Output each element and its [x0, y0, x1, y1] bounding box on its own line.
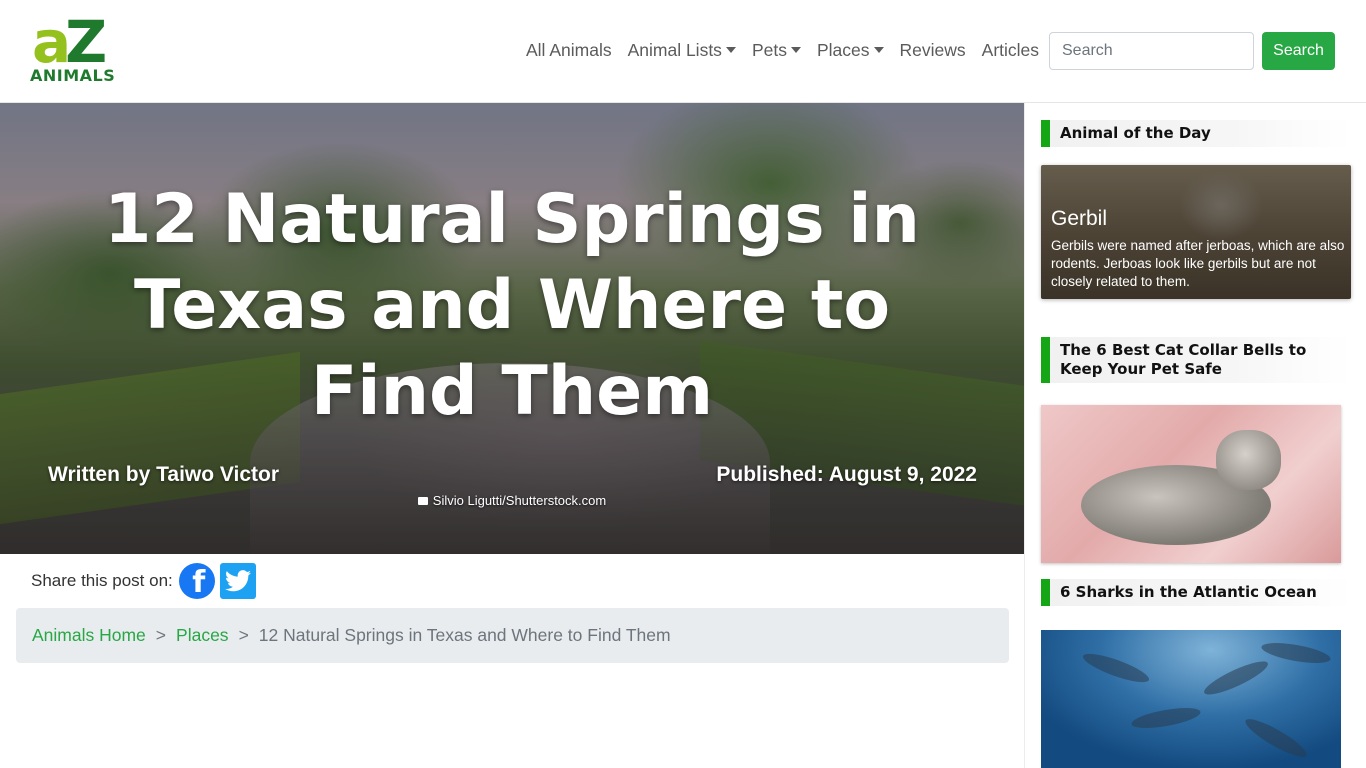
article-published-date: Published: August 9, 2022: [716, 463, 977, 486]
caret-down-icon: [873, 47, 884, 53]
breadcrumb-places[interactable]: Places: [176, 625, 229, 646]
camera-icon: [417, 497, 428, 505]
search-button[interactable]: Search: [1262, 32, 1335, 70]
shark-shape: [1130, 704, 1202, 732]
nav-pets[interactable]: Pets: [744, 36, 809, 64]
author-link[interactable]: Taiwo Victor: [156, 463, 279, 486]
main-nav: All Animals Animal Lists Pets Places Rev…: [518, 36, 1047, 64]
hero-image: 12 Natural Springs in Texas and Where to…: [0, 103, 1024, 554]
breadcrumb: Animals Home > Places > 12 Natural Sprin…: [16, 608, 1009, 663]
caret-down-icon: [725, 47, 736, 53]
nav-places[interactable]: Places: [809, 36, 892, 64]
facebook-icon[interactable]: f: [178, 563, 215, 599]
caret-down-icon: [790, 47, 801, 53]
animal-of-day-desc: Gerbils were named after jerboas, which …: [1051, 238, 1345, 289]
az-animals-logo[interactable]: aZ ANIMALS: [30, 8, 124, 88]
breadcrumb-separator: >: [155, 625, 167, 645]
logo-mark: aZ: [32, 8, 107, 76]
breadcrumb-animals-home[interactable]: Animals Home: [32, 625, 146, 646]
nav-all-animals[interactable]: All Animals: [518, 36, 620, 64]
animal-of-day-title: Gerbil: [1051, 207, 1108, 230]
sidebar-heading-sharks[interactable]: 6 Sharks in the Atlantic Ocean: [1041, 579, 1351, 606]
twitter-icon[interactable]: [219, 563, 256, 599]
sidebar: Animal of the Day Gerbil Gerbils were na…: [1024, 103, 1366, 768]
shark-shape: [1080, 648, 1152, 688]
breadcrumb-separator: >: [238, 625, 249, 645]
animal-of-day-card[interactable]: Gerbil Gerbils were named after jerboas,…: [1041, 165, 1351, 299]
search-input[interactable]: [1049, 32, 1254, 70]
shark-shape: [1200, 655, 1272, 701]
share-bar: Share this post on: f: [31, 562, 256, 600]
share-label: Share this post on:: [31, 571, 173, 590]
sharks-article-image[interactable]: [1041, 630, 1341, 768]
shark-shape: [1241, 713, 1311, 763]
photo-credit: Silvio Ligutti/Shutterstock.com: [0, 493, 1024, 508]
breadcrumb-current: 12 Natural Springs in Texas and Where to…: [258, 625, 671, 645]
cat-article-image[interactable]: [1041, 405, 1341, 563]
site-header: aZ ANIMALS All Animals Animal Lists Pets…: [0, 0, 1366, 103]
nav-articles[interactable]: Articles: [974, 36, 1047, 64]
nav-reviews[interactable]: Reviews: [892, 36, 974, 64]
article-title: 12 Natural Springs in Texas and Where to…: [104, 180, 920, 431]
sidebar-heading-cat-bells[interactable]: The 6 Best Cat Collar Bells to Keep Your…: [1041, 337, 1351, 383]
cat-head: [1216, 430, 1281, 490]
shark-shape: [1260, 639, 1332, 667]
sidebar-heading-animal-of-day: Animal of the Day: [1041, 120, 1351, 147]
logo-wordmark: ANIMALS: [30, 66, 116, 85]
article-author: Written by Taiwo Victor: [48, 463, 280, 486]
nav-animal-lists[interactable]: Animal Lists: [620, 36, 744, 64]
